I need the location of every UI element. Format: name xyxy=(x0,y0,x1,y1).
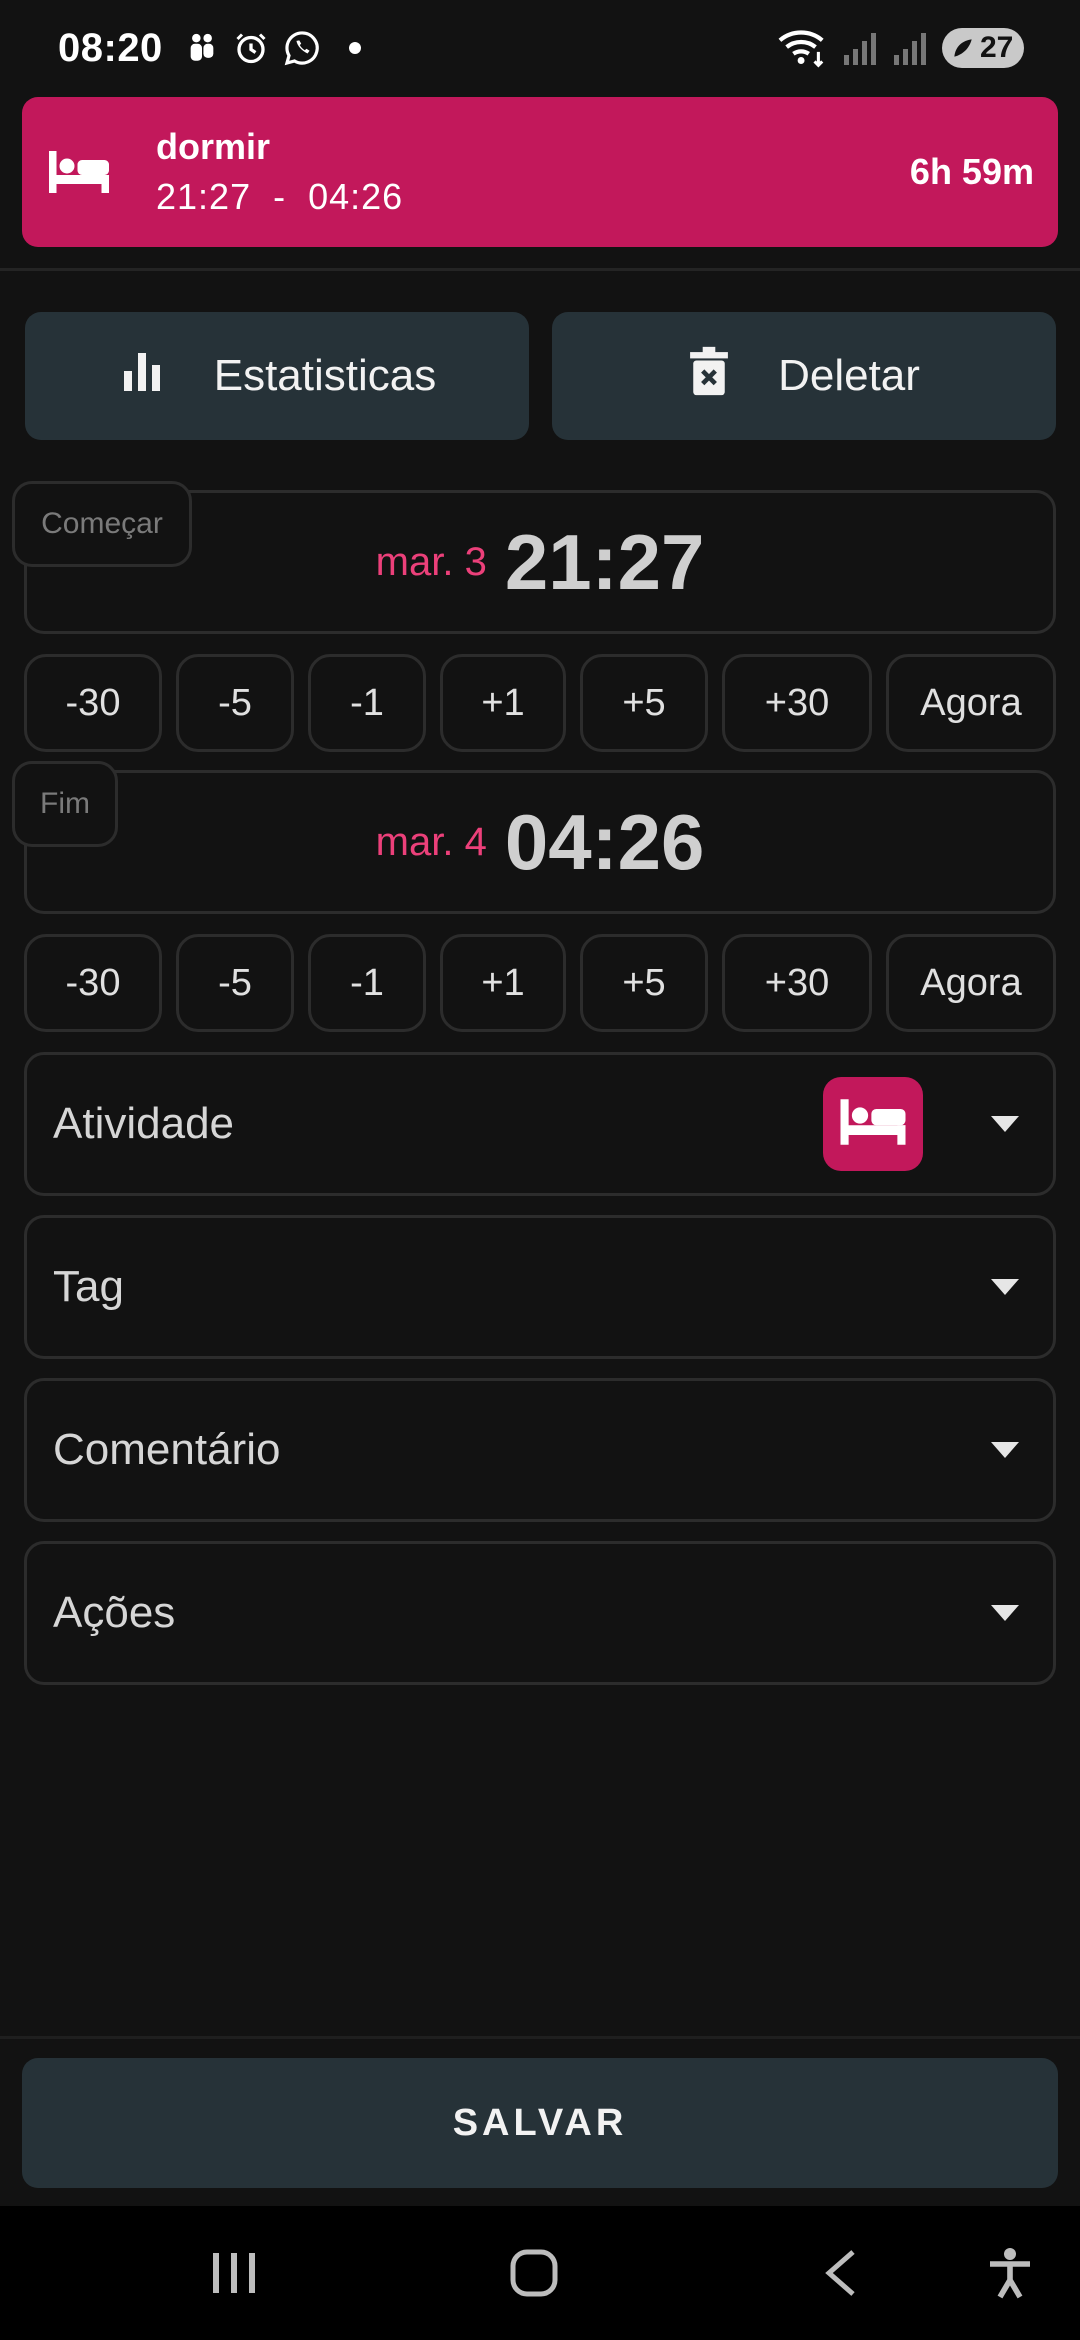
activity-dropdown[interactable]: Atividade xyxy=(24,1052,1056,1196)
status-time: 08:20 xyxy=(58,25,163,70)
activity-badge xyxy=(823,1077,923,1171)
bar-chart-icon xyxy=(118,347,166,406)
end-minus-5-button[interactable]: -5 xyxy=(176,934,294,1032)
end-time: 04:26 xyxy=(504,797,705,886)
battery-level: 27 xyxy=(980,31,1014,64)
end-now-button[interactable]: Agora xyxy=(886,934,1056,1032)
start-minus-1-button[interactable]: -1 xyxy=(308,654,426,752)
end-plus-5-button[interactable]: +5 xyxy=(580,934,708,1032)
start-plus-30-button[interactable]: +30 xyxy=(722,654,872,752)
start-adjust-row: -30 -5 -1 +1 +5 +30 Agora xyxy=(0,654,1080,752)
bed-icon xyxy=(837,1096,909,1153)
bed-icon xyxy=(46,148,156,196)
chevron-down-icon xyxy=(957,1442,1053,1458)
delete-icon xyxy=(688,345,730,408)
end-minus-1-button[interactable]: -1 xyxy=(308,934,426,1032)
end-plus-30-button[interactable]: +30 xyxy=(722,934,872,1032)
end-time-card[interactable]: mar. 4 04:26 xyxy=(24,770,1056,914)
start-now-button[interactable]: Agora xyxy=(886,654,1056,752)
status-right: 27 xyxy=(778,28,1024,68)
signal-icon xyxy=(842,31,878,65)
activity-label: Atividade xyxy=(53,1099,235,1148)
chevron-down-icon xyxy=(957,1279,1053,1295)
start-time: 21:27 xyxy=(504,517,705,606)
end-plus-1-button[interactable]: +1 xyxy=(440,934,566,1032)
end-label: Fim xyxy=(12,761,118,847)
banner-duration: 6h 59m xyxy=(909,151,1034,192)
family-icon xyxy=(185,31,219,65)
divider xyxy=(0,2036,1080,2039)
banner-title: dormir xyxy=(156,126,271,167)
start-date: mar. 3 xyxy=(375,539,487,584)
delete-label: Deletar xyxy=(778,351,920,400)
start-plus-5-button[interactable]: +5 xyxy=(580,654,708,752)
comment-label: Comentário xyxy=(53,1425,281,1474)
comment-dropdown[interactable]: Comentário xyxy=(24,1378,1056,1522)
battery-icon: 27 xyxy=(942,28,1024,68)
start-minus-5-button[interactable]: -5 xyxy=(176,654,294,752)
recent-apps-icon[interactable] xyxy=(184,2206,284,2340)
chevron-down-icon xyxy=(957,1116,1053,1132)
dot-icon xyxy=(348,42,361,54)
banner-time-range: 21:27 - 04:26 xyxy=(156,176,404,217)
tag-label: Tag xyxy=(53,1262,124,1311)
end-adjust-row: -30 -5 -1 +1 +5 +30 Agora xyxy=(0,934,1080,1032)
actions-dropdown[interactable]: Ações xyxy=(24,1541,1056,1685)
end-date: mar. 4 xyxy=(375,819,487,864)
status-left: 08:20 xyxy=(58,26,361,71)
status-bar: 08:20 27 xyxy=(0,0,1080,96)
divider xyxy=(0,268,1080,271)
statistics-label: Estatisticas xyxy=(213,351,437,400)
activity-banner[interactable]: dormir 21:27 - 04:26 6h 59m xyxy=(22,97,1058,247)
delete-button[interactable]: Deletar xyxy=(552,312,1056,440)
statistics-button[interactable]: Estatisticas xyxy=(25,312,529,440)
banner-text: dormir 21:27 - 04:26 xyxy=(156,126,910,218)
back-icon[interactable] xyxy=(790,2206,890,2340)
chevron-down-icon xyxy=(957,1605,1053,1621)
start-label: Começar xyxy=(12,481,192,567)
actions-label: Ações xyxy=(53,1588,176,1637)
alarm-clock-icon xyxy=(233,30,269,66)
tag-dropdown[interactable]: Tag xyxy=(24,1215,1056,1359)
save-button[interactable]: SALVAR xyxy=(22,2058,1058,2188)
signal-icon xyxy=(892,31,928,65)
start-minus-30-button[interactable]: -30 xyxy=(24,654,162,752)
navigation-bar xyxy=(0,2206,1080,2340)
end-minus-30-button[interactable]: -30 xyxy=(24,934,162,1032)
accessibility-icon[interactable] xyxy=(960,2206,1060,2340)
home-icon[interactable] xyxy=(484,2206,584,2340)
start-plus-1-button[interactable]: +1 xyxy=(440,654,566,752)
wifi-icon xyxy=(778,28,828,68)
whatsapp-icon xyxy=(283,29,321,67)
